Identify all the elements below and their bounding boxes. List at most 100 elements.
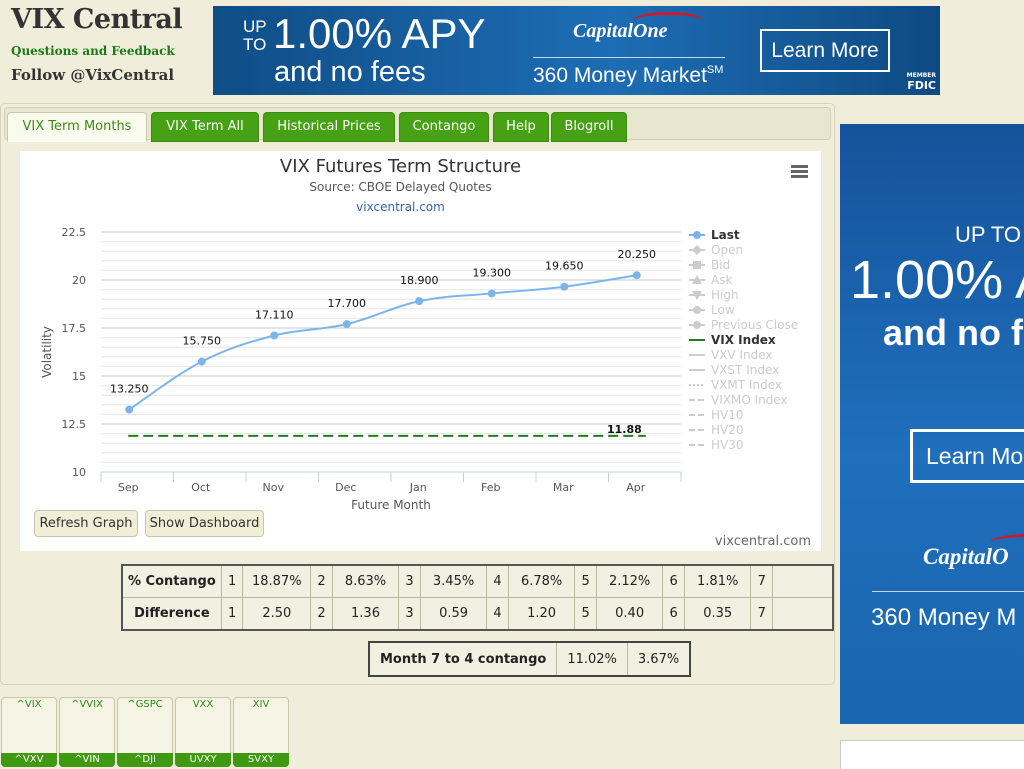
data-label-last: 17.110 xyxy=(255,308,294,321)
data-label-last: 18.900 xyxy=(400,274,439,287)
ticker-bottom-symbol[interactable]: ^VIN xyxy=(59,753,115,767)
fdic-text: FDIC xyxy=(907,79,936,92)
data-point-last xyxy=(632,271,641,280)
ad-product: 360 Money MarketSM xyxy=(533,64,723,88)
difference-value: 0.35 xyxy=(683,597,752,631)
month-index: 5 xyxy=(574,597,597,631)
data-label-last: 15.750 xyxy=(183,335,222,348)
tab-blogroll[interactable]: Blogroll xyxy=(551,112,627,142)
side-ad-divider xyxy=(872,591,1024,592)
data-label-last: 20.250 xyxy=(618,248,657,261)
y-tick-label: 17.5 xyxy=(62,322,87,335)
month-index: 4 xyxy=(486,564,509,598)
legend-item: Ask xyxy=(711,273,732,287)
ad-learn-more-button[interactable]: Learn More xyxy=(760,29,890,72)
chart-container: VIX Futures Term Structure Source: CBOE … xyxy=(20,151,821,551)
side-ad[interactable]: UP TO 1.00% A and no f Learn Mo CapitalO… xyxy=(840,124,1024,724)
table-row: % Contango 1 18.87% 2 8.63% 3 3.45% 4 6.… xyxy=(121,564,834,598)
chart-svg: 10 12.5 15 17.5 20 22.5 Sep Oct Nov Dec Jan Feb Mar A… xyxy=(40,226,798,512)
data-point-last xyxy=(415,297,424,306)
questions-feedback-link[interactable]: Questions and Feedback xyxy=(11,44,175,58)
legend-item: HV30 xyxy=(711,438,744,452)
tab-contango[interactable]: Contango xyxy=(399,112,489,142)
contango-table: % Contango 1 18.87% 2 8.63% 3 3.45% 4 6.… xyxy=(121,564,834,631)
month-index: 7 xyxy=(750,597,774,631)
legend-item: VXV Index xyxy=(711,348,773,362)
tab-vix-term-all[interactable]: VIX Term All xyxy=(151,112,259,142)
month-contango-label: Month 7 to 4 contango xyxy=(368,641,558,677)
side-ad-no-fees: and no f xyxy=(883,312,1023,353)
x-tick-label: Feb xyxy=(481,481,500,494)
ad-product-name: 360 Money Market xyxy=(533,64,707,87)
bottom-right-box xyxy=(840,740,1024,769)
month-index: 2 xyxy=(310,564,333,598)
side-ad-brand-logo: CapitalO xyxy=(923,544,1009,569)
contango-value: 8.63% xyxy=(331,564,400,598)
data-point-last xyxy=(125,405,134,414)
x-tick-label: Nov xyxy=(263,481,285,494)
difference-value: 1.36 xyxy=(331,597,400,631)
follow-link[interactable]: Follow @VixCentral xyxy=(11,66,174,84)
month-index: 6 xyxy=(662,597,685,631)
month-index: 7 xyxy=(750,564,774,598)
ticker-widget[interactable]: VXX UVXY xyxy=(175,697,231,767)
legend-item: VXMT Index xyxy=(711,378,782,392)
y-axis-title: Volatility xyxy=(40,326,54,378)
data-label-last: 19.650 xyxy=(545,260,584,273)
legend-item: VXST Index xyxy=(711,363,779,377)
ticker-top-symbol[interactable]: ^VIX xyxy=(2,699,56,710)
table-row: Month 7 to 4 contango 11.02% 3.67% xyxy=(368,641,691,677)
difference-value: 1.20 xyxy=(507,597,576,631)
row-label: % Contango xyxy=(121,564,222,598)
ticker-widget[interactable]: ^VIX ^VXV xyxy=(1,697,57,767)
ad-brand-logo: CapitalOne xyxy=(573,20,668,42)
difference-value: 0.40 xyxy=(595,597,664,631)
legend-item: HV20 xyxy=(711,423,744,437)
ad-no-fees: and no fees xyxy=(274,56,426,88)
ticker-top-symbol[interactable]: VXX xyxy=(176,699,230,710)
ticker-top-symbol[interactable]: ^GSPC xyxy=(118,699,172,710)
contango-value: 6.78% xyxy=(507,564,576,598)
x-tick-label: Sep xyxy=(118,481,139,494)
ticker-bottom-symbol[interactable]: UVXY xyxy=(175,753,231,767)
refresh-graph-button[interactable]: Refresh Graph xyxy=(34,510,138,537)
ticker-bottom-symbol[interactable]: SVXY xyxy=(233,753,289,767)
month-index: 3 xyxy=(398,564,421,598)
ticker-bottom-symbol[interactable]: ^VXV xyxy=(1,753,57,767)
side-ad-product: 360 Money M xyxy=(871,604,1017,631)
x-tick-label: Oct xyxy=(191,481,211,494)
x-tick-label: Apr xyxy=(626,481,646,494)
legend-marker xyxy=(693,231,701,239)
tab-help[interactable]: Help xyxy=(493,112,549,142)
contango-value xyxy=(772,564,834,598)
show-dashboard-button[interactable]: Show Dashboard xyxy=(145,510,264,537)
tab-historical-prices[interactable]: Historical Prices xyxy=(263,112,395,142)
banner-ad[interactable]: UP TO 1.00% APY and no fees CapitalOne 3… xyxy=(213,6,940,95)
month-index: 6 xyxy=(662,564,685,598)
legend-item: Open xyxy=(711,243,743,257)
ticker-top-symbol[interactable]: ^VVIX xyxy=(60,699,114,710)
legend-item: Low xyxy=(711,303,735,317)
contango-value: 3.45% xyxy=(419,564,488,598)
x-axis-title: Future Month xyxy=(351,498,431,512)
y-tick-label: 22.5 xyxy=(62,226,87,239)
legend-item: Bid xyxy=(711,258,730,272)
side-ad-rate: 1.00% A xyxy=(850,250,1024,310)
x-tick-label: Jan xyxy=(409,481,427,494)
site-title[interactable]: VIX Central xyxy=(11,4,183,35)
tab-vix-term-months[interactable]: VIX Term Months xyxy=(7,112,147,142)
legend-item: HV10 xyxy=(711,408,744,422)
side-ad-learn-more-button[interactable]: Learn Mo xyxy=(910,429,1024,483)
ad-up-to: UP TO xyxy=(243,17,267,54)
contango-value: 1.81% xyxy=(683,564,752,598)
ticker-widget[interactable]: XIV SVXY xyxy=(233,697,289,767)
legend-marker xyxy=(693,321,701,329)
chart-credit[interactable]: vixcentral.com xyxy=(715,534,811,549)
ticker-widget[interactable]: ^VVIX ^VIN xyxy=(59,697,115,767)
ticker-top-symbol[interactable]: XIV xyxy=(234,699,288,710)
ticker-bottom-symbol[interactable]: ^DJI xyxy=(117,753,173,767)
ticker-widget[interactable]: ^GSPC ^DJI xyxy=(117,697,173,767)
difference-value xyxy=(772,597,834,631)
y-tick-label: 10 xyxy=(72,466,86,479)
month-index: 5 xyxy=(574,564,597,598)
